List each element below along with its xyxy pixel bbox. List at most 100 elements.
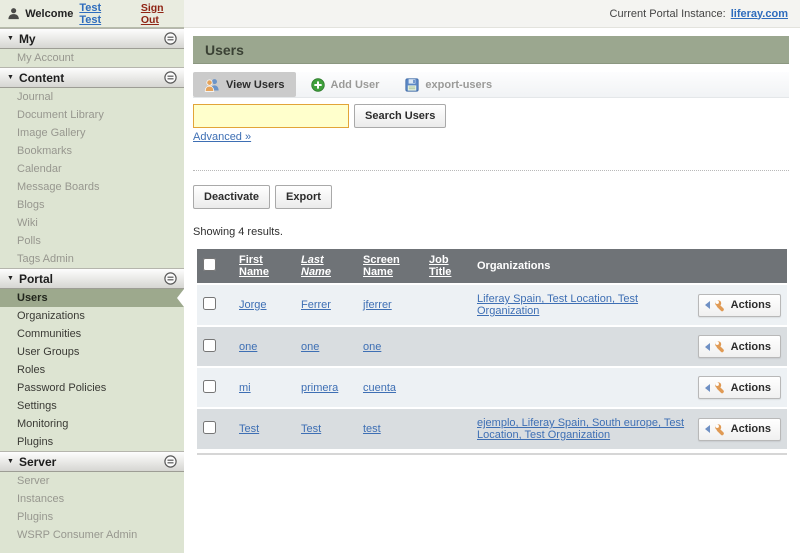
col-organizations: Organizations	[471, 249, 692, 283]
sidebar-item-calendar[interactable]: Calendar	[0, 160, 184, 178]
sidebar-item-communities[interactable]: Communities	[0, 325, 184, 343]
sign-out-link[interactable]: Sign Out	[141, 2, 176, 26]
collapse-section-icon[interactable]	[164, 71, 177, 84]
portlet-tabs: View Users Add User export-users	[193, 72, 789, 98]
organizations-link[interactable]: ejemplo, Liferay Spain, South europe, Te…	[477, 417, 684, 441]
first-name-link[interactable]: mi	[239, 382, 251, 394]
caret-down-icon: ▼	[7, 35, 14, 42]
sort-job-title[interactable]: Job Title	[429, 254, 465, 278]
main-content: Users View Users Add User export-users S…	[184, 28, 800, 553]
wrench-icon	[714, 423, 727, 436]
sidebar-section-my[interactable]: ▼ My	[0, 28, 184, 49]
caret-down-icon: ▼	[7, 275, 14, 282]
section-label: Server	[19, 455, 159, 469]
sidebar-item-wsrp-consumer-admin[interactable]: WSRP Consumer Admin	[0, 526, 184, 544]
row-select-cell	[197, 368, 233, 407]
wrench-icon	[714, 340, 727, 353]
actions-button[interactable]: Actions	[698, 335, 781, 358]
screen-name-link[interactable]: jferrer	[363, 299, 392, 311]
bulk-actions-row: Deactivate Export	[193, 185, 789, 209]
export-button[interactable]: Export	[275, 185, 332, 209]
sidebar-item-my-account[interactable]: My Account	[0, 49, 184, 67]
row-checkbox[interactable]	[203, 339, 216, 352]
sidebar-item-journal[interactable]: Journal	[0, 88, 184, 106]
first-name-link[interactable]: one	[239, 341, 257, 353]
sidebar-section-content[interactable]: ▼ Content	[0, 67, 184, 88]
sidebar-item-password-policies[interactable]: Password Policies	[0, 379, 184, 397]
last-name-link[interactable]: Test	[301, 423, 321, 435]
sidebar-item-tags-admin[interactable]: Tags Admin	[0, 250, 184, 268]
page-title: Users	[193, 36, 789, 64]
table-bottom-border	[197, 453, 787, 455]
organizations-link[interactable]: Liferay Spain, Test Location, Test Organ…	[477, 293, 638, 317]
sidebar-item-roles[interactable]: Roles	[0, 361, 184, 379]
select-all-checkbox[interactable]	[203, 258, 216, 271]
collapse-section-icon[interactable]	[164, 272, 177, 285]
section-label: Content	[19, 71, 159, 85]
screen-name-link[interactable]: test	[363, 423, 381, 435]
sidebar-item-users[interactable]: Users	[0, 289, 184, 307]
first-name-link[interactable]: Jorge	[239, 299, 267, 311]
actions-button[interactable]: Actions	[698, 294, 781, 317]
organizations-header: Organizations	[477, 260, 550, 272]
sidebar-section-server[interactable]: ▼ Server	[0, 451, 184, 472]
tab-label: export-users	[425, 79, 492, 91]
screen-name-link[interactable]: one	[363, 341, 381, 353]
portal-instance-link[interactable]: liferay.com	[731, 8, 788, 20]
actions-label: Actions	[731, 423, 771, 435]
sidebar-item-settings[interactable]: Settings	[0, 397, 184, 415]
last-name-link[interactable]: one	[301, 341, 319, 353]
sidebar-item-bookmarks[interactable]: Bookmarks	[0, 142, 184, 160]
search-input[interactable]	[193, 104, 349, 128]
sort-last-name[interactable]: Last Name	[301, 254, 351, 278]
sidebar-item-plugins[interactable]: Plugins	[0, 433, 184, 451]
arrow-left-icon	[705, 301, 710, 309]
sidebar-item-server-plugins[interactable]: Plugins	[0, 508, 184, 526]
tab-export-users[interactable]: export-users	[394, 72, 503, 97]
portal-instance-label: Current Portal Instance:	[610, 8, 726, 20]
tab-label: View Users	[226, 79, 285, 91]
actions-label: Actions	[731, 299, 771, 311]
sidebar-item-message-boards[interactable]: Message Boards	[0, 178, 184, 196]
collapse-section-icon[interactable]	[164, 32, 177, 45]
row-checkbox[interactable]	[203, 380, 216, 393]
last-name-link[interactable]: Ferrer	[301, 299, 331, 311]
sidebar-item-monitoring[interactable]: Monitoring	[0, 415, 184, 433]
search-row: Search Users	[193, 104, 789, 128]
sidebar-item-polls[interactable]: Polls	[0, 232, 184, 250]
sidebar-item-wiki[interactable]: Wiki	[0, 214, 184, 232]
sidebar-item-organizations[interactable]: Organizations	[0, 307, 184, 325]
deactivate-button[interactable]: Deactivate	[193, 185, 270, 209]
last-name-link[interactable]: primera	[301, 382, 338, 394]
tab-add-user[interactable]: Add User	[300, 72, 391, 97]
row-select-cell	[197, 409, 233, 449]
first-name-link[interactable]: Test	[239, 423, 259, 435]
dotted-separator	[193, 170, 789, 171]
screen-name-link[interactable]: cuenta	[363, 382, 396, 394]
sidebar-item-blogs[interactable]: Blogs	[0, 196, 184, 214]
col-actions	[692, 249, 787, 283]
search-users-button[interactable]: Search Users	[354, 104, 446, 128]
sort-screen-name[interactable]: Screen Name	[363, 254, 417, 278]
sidebar-item-instances[interactable]: Instances	[0, 490, 184, 508]
advanced-search-link[interactable]: Advanced »	[193, 131, 251, 143]
table-row: one one one Actions	[197, 327, 787, 366]
row-checkbox[interactable]	[203, 297, 216, 310]
col-job-title: Job Title	[423, 249, 471, 283]
sidebar-item-image-gallery[interactable]: Image Gallery	[0, 124, 184, 142]
actions-button[interactable]: Actions	[698, 418, 781, 441]
sidebar-item-document-library[interactable]: Document Library	[0, 106, 184, 124]
sidebar-item-server[interactable]: Server	[0, 472, 184, 490]
collapse-section-icon[interactable]	[164, 455, 177, 468]
actions-label: Actions	[731, 382, 771, 394]
sidebar-section-portal[interactable]: ▼ Portal	[0, 268, 184, 289]
sidebar-item-user-groups[interactable]: User Groups	[0, 343, 184, 361]
row-select-cell	[197, 327, 233, 366]
arrow-left-icon	[705, 343, 710, 351]
sort-first-name[interactable]: First Name	[239, 254, 289, 278]
actions-button[interactable]: Actions	[698, 376, 781, 399]
current-user-link[interactable]: Test Test	[79, 2, 117, 26]
row-checkbox[interactable]	[203, 421, 216, 434]
tab-view-users[interactable]: View Users	[193, 72, 296, 97]
top-bar: Welcome Test Test Sign Out Current Porta…	[0, 0, 800, 28]
